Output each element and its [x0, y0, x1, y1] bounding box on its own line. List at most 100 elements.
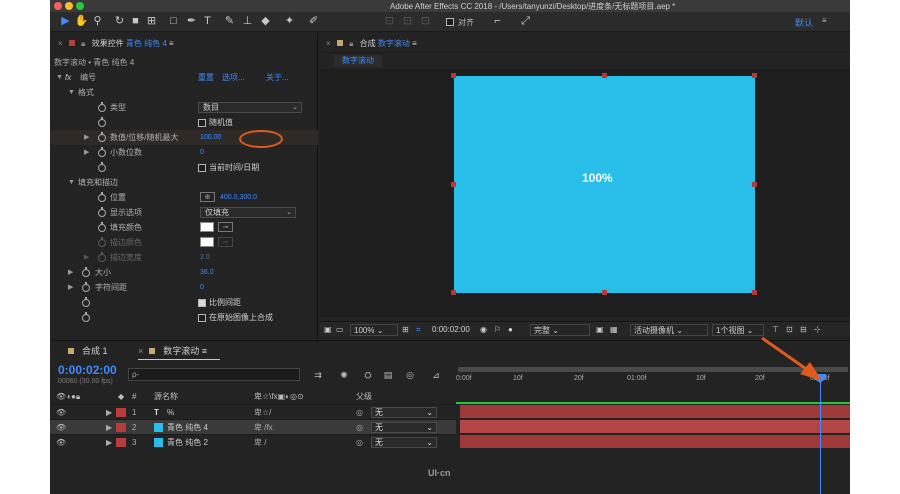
reset-link[interactable]: 重置	[198, 70, 214, 85]
zoom-dropdown[interactable]: 100% ⌄	[350, 324, 398, 336]
proportional-spacing-checkbox[interactable]	[198, 299, 206, 307]
stopwatch-icon[interactable]	[98, 132, 106, 142]
monitor-icon[interactable]: ▭	[336, 324, 344, 336]
effect-controls-tab[interactable]: × 🔒︎ 效果控件 青色 纯色 4 ≡	[58, 36, 174, 52]
comp-mini-flowchart-icon[interactable]: ⇉	[312, 370, 324, 380]
shy-layers-icon[interactable]: ⛭	[362, 370, 374, 380]
layer-name[interactable]: 青色 纯色 2	[167, 435, 208, 450]
label-color-icon[interactable]	[116, 423, 126, 432]
close-icon[interactable]: ×	[138, 346, 143, 356]
layer-search-input[interactable]: ρ-	[128, 368, 300, 381]
stopwatch-icon[interactable]	[82, 267, 90, 277]
snap-options-icon[interactable]: ⌐	[490, 14, 505, 29]
camera-dropdown[interactable]: 活动摄像机 ⌄	[630, 324, 708, 336]
lock-icon[interactable]: 🔒︎	[349, 39, 353, 48]
transform-handle[interactable]	[451, 182, 456, 187]
snapshot-icon[interactable]: ◉	[480, 324, 487, 336]
frame-blending-icon[interactable]: ▤	[382, 370, 394, 380]
stopwatch-icon[interactable]	[82, 282, 90, 292]
type-dropdown[interactable]: 数目 ⌄	[198, 102, 302, 113]
stopwatch-icon[interactable]	[98, 222, 106, 232]
transform-handle[interactable]	[602, 73, 607, 78]
twirl-closed-icon[interactable]: ▶	[106, 435, 112, 450]
comp-time[interactable]: 0:00:02:00	[432, 324, 470, 336]
layer-bar[interactable]	[460, 405, 850, 418]
stopwatch-icon[interactable]	[98, 207, 106, 217]
motion-blur-icon[interactable]: ◎	[404, 370, 416, 380]
stopwatch-icon[interactable]	[98, 102, 106, 112]
layer-row[interactable]: 👁︎ ▶ 1 T % 卑☆/ ◎ 无 ⌄	[50, 404, 456, 419]
brush-tool-icon[interactable]: ✎	[222, 14, 237, 29]
transparency-grid-icon[interactable]: ▦	[610, 324, 618, 336]
hand-tool-icon[interactable]: ✋	[74, 14, 89, 29]
current-time-checkbox[interactable]	[198, 164, 206, 172]
composition-tab[interactable]: × 🔒︎ 合成 数字滚动 ≡	[326, 36, 417, 52]
transform-handle[interactable]	[752, 182, 757, 187]
type-tool-icon[interactable]: T	[200, 14, 215, 29]
zoom-window-button[interactable]	[76, 2, 84, 10]
tab-digit-roll[interactable]: × 数字滚动 ≡	[138, 345, 207, 357]
draft-3d-icon[interactable]: ✺	[338, 370, 350, 380]
composite-original-checkbox[interactable]	[198, 314, 206, 322]
rectangle-tool-icon[interactable]: □	[166, 14, 181, 29]
stopwatch-icon[interactable]	[98, 192, 106, 202]
twirl-closed-icon[interactable]: ▶	[68, 265, 73, 280]
region-of-interest-icon[interactable]: ▣	[596, 324, 604, 336]
grid-icon[interactable]: ⊞	[402, 324, 409, 336]
eyedropper-icon[interactable]: ⊸	[218, 222, 233, 232]
twirl-closed-icon[interactable]: ▶	[84, 130, 89, 145]
about-link[interactable]: 关于...	[266, 70, 289, 85]
fast-preview-icon[interactable]: ⊡	[786, 324, 793, 336]
layer-bar[interactable]	[460, 435, 850, 448]
workspace-menu-icon[interactable]: ≡	[822, 16, 827, 25]
layer-row[interactable]: 👁︎ ▶ 2 青色 纯色 4 卑 /fx ◎ 无 ⌄	[50, 419, 456, 434]
tab-comp1[interactable]: 合成 1	[68, 345, 108, 357]
pan-behind-tool-icon[interactable]: ⊞	[144, 14, 159, 29]
eye-icon[interactable]: 👁︎	[56, 405, 66, 420]
parent-dropdown[interactable]: 无 ⌄	[371, 422, 437, 433]
random-value-checkbox[interactable]	[198, 119, 206, 127]
clone-stamp-tool-icon[interactable]: ⊥	[240, 14, 255, 29]
close-window-button[interactable]	[54, 2, 62, 10]
layer-switches[interactable]: 卑 /	[254, 435, 266, 450]
panel-menu-icon[interactable]: ≡	[202, 346, 207, 356]
color-channel-icon[interactable]: ●	[508, 324, 513, 336]
parent-pickwhip-icon[interactable]: ◎	[356, 405, 363, 420]
expand-icon[interactable]: ⤢	[518, 14, 533, 29]
stopwatch-icon[interactable]	[98, 147, 106, 157]
options-link[interactable]: 选项...	[222, 70, 245, 85]
eye-icon[interactable]: 👁︎	[56, 420, 66, 435]
stopwatch-icon[interactable]	[82, 312, 90, 322]
transform-handle[interactable]	[451, 73, 456, 78]
zoom-tool-icon[interactable]: ⚲	[90, 14, 105, 29]
stopwatch-icon[interactable]	[98, 162, 106, 172]
decimals-field[interactable]: 0	[200, 145, 204, 160]
stopwatch-icon[interactable]	[82, 297, 90, 307]
roto-brush-tool-icon[interactable]: ✦	[282, 14, 297, 29]
mask-icon[interactable]: ⌗	[416, 324, 421, 336]
local-axis-icon[interactable]: ⊡	[382, 14, 397, 29]
transform-handle[interactable]	[752, 73, 757, 78]
show-snapshot-icon[interactable]: ⚐	[494, 324, 501, 336]
eraser-tool-icon[interactable]: ◆	[258, 14, 273, 29]
twirl-open-icon[interactable]: ▼	[68, 175, 75, 190]
comp-viewer[interactable]: 100%	[320, 69, 850, 317]
eye-icon[interactable]: 👁︎	[56, 435, 66, 450]
flowchart-icon[interactable]: ⊹	[814, 324, 821, 336]
parent-pickwhip-icon[interactable]: ◎	[356, 420, 363, 435]
current-time[interactable]: 0:00:02:00	[58, 363, 117, 377]
panel-menu-icon[interactable]: ≡	[169, 39, 174, 48]
workspace-default[interactable]: 默认	[795, 16, 813, 29]
playhead-line[interactable]	[820, 377, 821, 494]
size-field[interactable]: 36.0	[200, 265, 214, 280]
transform-handle[interactable]	[752, 290, 757, 295]
pen-tool-icon[interactable]: ✒	[184, 14, 199, 29]
minimize-window-button[interactable]	[65, 2, 73, 10]
twirl-closed-icon[interactable]: ▶	[84, 145, 89, 160]
value-offset-field[interactable]: 100.00	[200, 130, 221, 145]
twirl-closed-icon[interactable]: ▶	[68, 280, 73, 295]
timeline-icon[interactable]: ⊟	[800, 324, 807, 336]
close-icon[interactable]: ×	[58, 39, 63, 48]
source-name-header[interactable]: 源名称	[154, 391, 178, 403]
layer-name[interactable]: 青色 纯色 4	[167, 420, 208, 435]
